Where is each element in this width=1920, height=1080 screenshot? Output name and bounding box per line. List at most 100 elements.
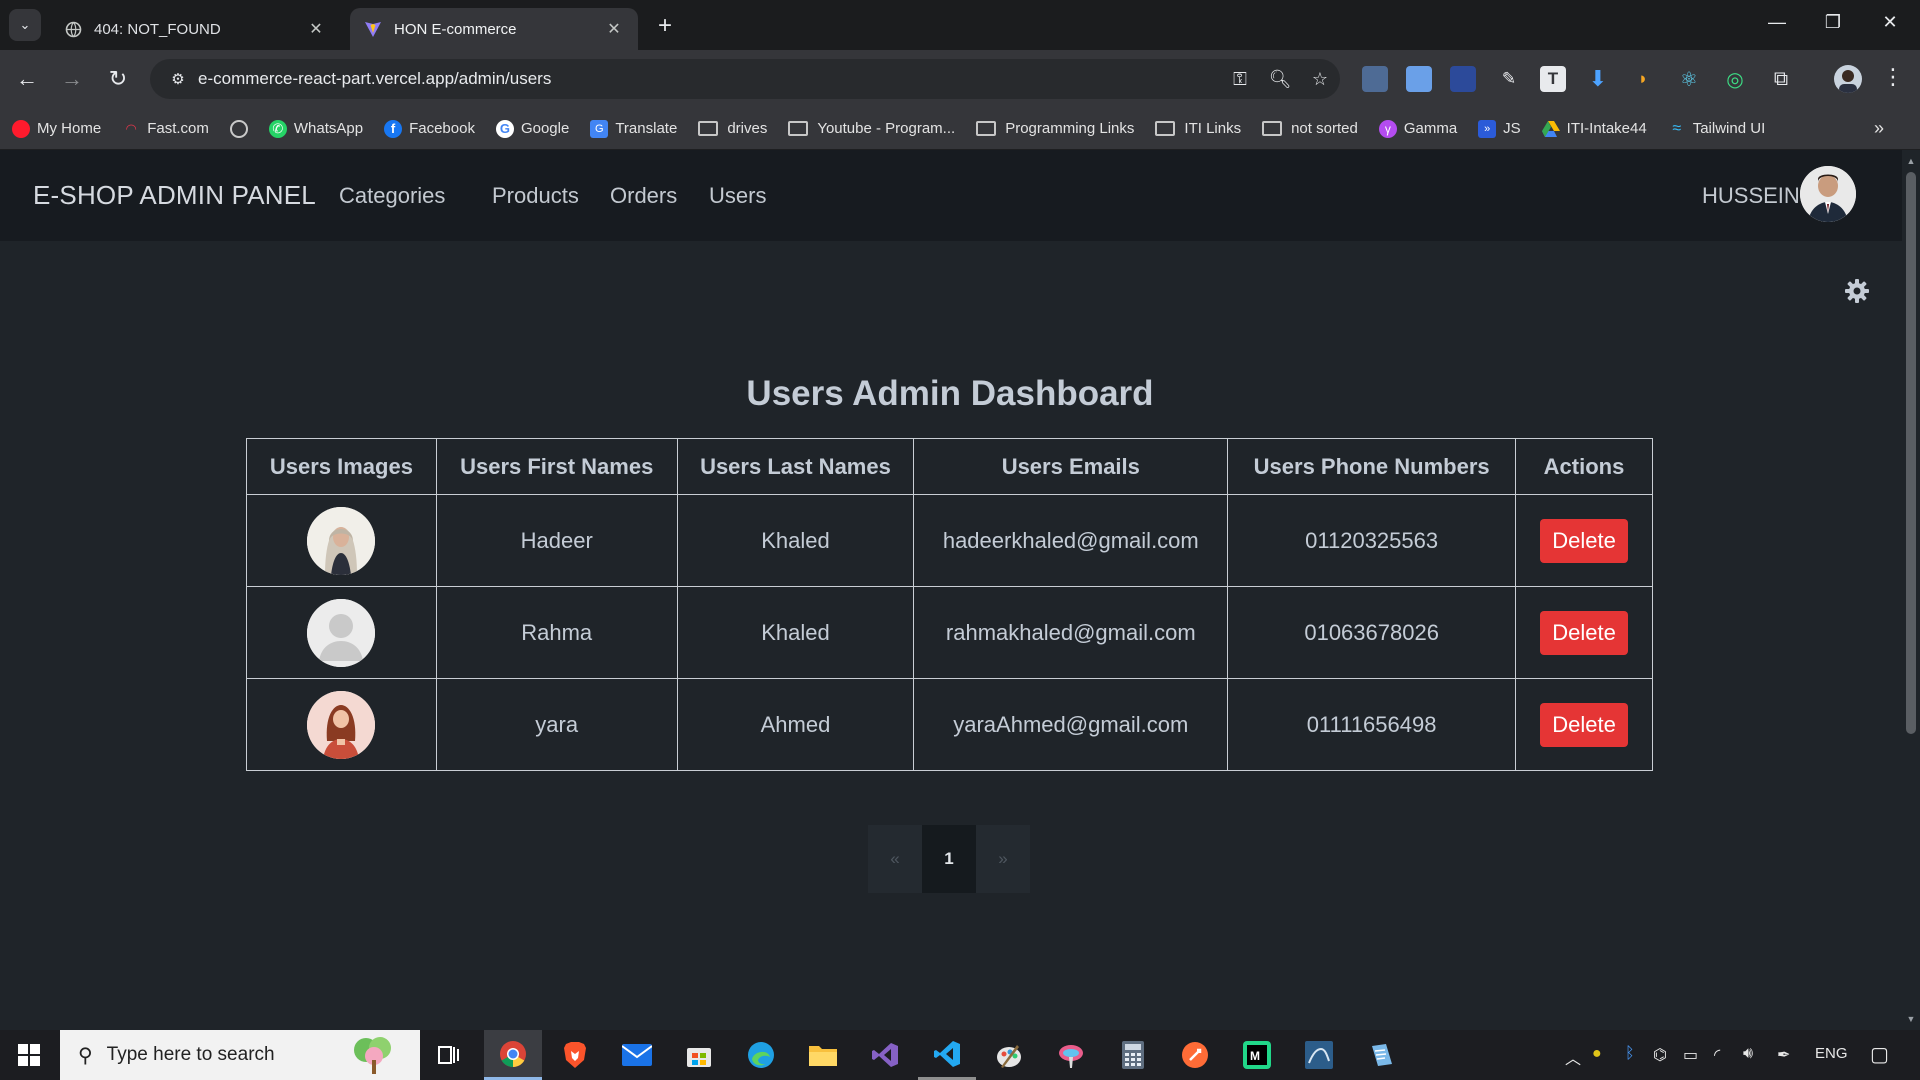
header-phone-numbers: Users Phone Numbers [1227,438,1517,495]
paint-taskbar-icon[interactable] [980,1030,1038,1080]
bookmark-whatsapp[interactable]: ✆ WhatsApp [268,119,363,138]
tray-app-icon[interactable]: ● [1592,1045,1602,1063]
settings-gear-icon[interactable] [1844,278,1870,304]
extension-1-icon[interactable] [1362,66,1388,92]
bookmark-folder-not-sorted[interactable]: not sorted [1262,120,1358,137]
bookmark-tailwind-ui[interactable]: ≈ Tailwind UI [1668,120,1765,138]
tab-404-not-found[interactable]: 404: NOT_FOUND ✕ [50,8,340,50]
react-devtools-icon[interactable]: ⚛ [1676,66,1702,92]
forward-button[interactable]: → [57,64,87,94]
delete-button[interactable]: Delete [1540,518,1628,563]
pagination-prev[interactable]: « [868,825,922,893]
bookmark-google[interactable]: G Google [495,119,569,138]
user-name[interactable]: HUSSEIN [1702,183,1800,209]
bookmark-translate[interactable]: G Translate [590,119,677,138]
tray-overflow-icon[interactable]: ︿ [1565,1045,1581,1069]
close-icon[interactable]: ✕ [306,19,326,39]
download-icon[interactable]: ⬇ [1585,66,1611,92]
key-icon[interactable]: ⚿ [1220,69,1260,90]
bookmark-folder-iti-links[interactable]: ITI Links [1155,120,1241,137]
nav-products[interactable]: Products [492,183,579,209]
table-header-row: Users Images Users First Names Users Las… [246,438,1653,495]
extension-t-icon[interactable]: T [1540,66,1566,92]
windows-taskbar: ⚲ Type here to search M ︿ ● ᛒ ⌬ ▭ ◜ 🔊︎ ✒… [0,1030,1920,1080]
nav-categories[interactable]: Categories [339,183,445,209]
mysql-workbench-taskbar-icon[interactable] [1290,1030,1348,1080]
extension-circle-icon[interactable]: ◎ [1722,66,1748,92]
profile-avatar[interactable] [1834,65,1862,93]
scrollbar-thumb[interactable] [1906,172,1916,734]
bookmark-iti-intake44[interactable]: ITI-Intake44 [1541,120,1647,138]
wifi-icon[interactable]: ◜ [1714,1045,1720,1065]
notifications-icon[interactable]: ▢ [1870,1042,1889,1067]
task-view-icon[interactable] [420,1030,478,1080]
site-settings-icon[interactable]: ⚙ [158,70,198,88]
file-explorer-taskbar-icon[interactable] [794,1030,852,1080]
calculator-taskbar-icon[interactable] [1104,1030,1162,1080]
eyedropper-icon[interactable]: ✎ [1496,66,1522,92]
delete-button[interactable]: Delete [1540,610,1628,655]
page-scrollbar[interactable]: ▲ ▼ [1902,150,1920,1030]
close-icon[interactable]: ✕ [604,19,624,39]
bookmark-folder-youtube[interactable]: Youtube - Program... [788,120,955,137]
tab-title: 404: NOT_FOUND [94,20,221,38]
battery-icon[interactable]: ▭ [1683,1045,1698,1065]
pagination-next[interactable]: » [976,825,1030,893]
scroll-down-icon[interactable]: ▼ [1902,1014,1920,1024]
brand-title[interactable]: E-SHOP ADMIN PANEL [33,180,316,211]
restore-icon[interactable]: ❐ [1818,12,1848,33]
bookmark-facebook[interactable]: f Facebook [384,119,475,138]
nav-orders[interactable]: Orders [610,183,677,209]
window-close-icon[interactable]: ✕ [1875,12,1905,33]
bookmark-folder-drives[interactable]: drives [698,120,767,137]
delete-button[interactable]: Delete [1540,702,1628,747]
last-name-cell: Khaled [676,586,915,679]
zoom-icon[interactable]: 🔍︎ [1260,69,1300,90]
postman-taskbar-icon[interactable] [1166,1030,1224,1080]
windows-start-button[interactable] [0,1030,58,1080]
language-indicator[interactable]: ENG [1815,1045,1848,1062]
new-tab-button[interactable]: + [652,12,678,40]
browser-menu-icon[interactable]: ⋮ [1880,64,1906,90]
bookmark-js[interactable]: » JS [1478,119,1521,138]
jetbrains-taskbar-icon[interactable]: M [1228,1030,1286,1080]
tray-meet-icon[interactable]: ⌬ [1653,1045,1667,1065]
extension-3-icon[interactable] [1450,66,1476,92]
extension-2-icon[interactable] [1406,66,1432,92]
user-avatar-hadeer [307,506,376,575]
bookmark-folder-programming[interactable]: Programming Links [976,120,1134,137]
edge-taskbar-icon[interactable] [732,1030,790,1080]
bluetooth-icon[interactable]: ᛒ [1625,1045,1635,1063]
tab-search-button[interactable]: ⌄ [9,9,41,41]
star-icon[interactable]: ☆ [1300,69,1340,90]
pagination-page-1[interactable]: 1 [922,825,976,893]
visual-studio-taskbar-icon[interactable] [856,1030,914,1080]
reload-button[interactable]: ↻ [103,64,133,94]
tab-hon-ecommerce[interactable]: HON E-commerce ✕ [350,8,638,50]
pen-icon[interactable]: ✒ [1777,1045,1790,1065]
scroll-up-icon[interactable]: ▲ [1902,156,1920,166]
bookmarks-overflow-icon[interactable]: » [1874,118,1884,139]
bookmark-gamma[interactable]: γ Gamma [1378,119,1457,138]
vscode-taskbar-icon[interactable] [918,1030,976,1080]
bookmark-fast-com[interactable]: ◠ Fast.com [122,120,209,138]
extension-dark-icon[interactable]: ◗ [1630,66,1656,92]
address-bar[interactable]: ⚙ e-commerce-react-part.vercel.app/admin… [150,59,1340,99]
mail-taskbar-icon[interactable] [608,1030,666,1080]
brave-taskbar-icon[interactable] [546,1030,604,1080]
bookmark-my-home[interactable]: My Home [12,119,101,138]
back-button[interactable]: ← [12,64,42,94]
url-text[interactable]: e-commerce-react-part.vercel.app/admin/u… [198,69,1220,89]
minimize-icon[interactable]: — [1762,12,1792,33]
user-avatar[interactable] [1800,166,1856,222]
store-taskbar-icon[interactable] [670,1030,728,1080]
nav-users[interactable]: Users [709,183,766,209]
chatgpt-icon [229,119,248,138]
bookmark-chatgpt[interactable] [229,119,255,138]
extensions-puzzle-icon[interactable]: ⧉ [1768,66,1794,92]
paint-3d-taskbar-icon[interactable] [1042,1030,1100,1080]
taskbar-search[interactable]: ⚲ Type here to search [60,1030,420,1080]
chrome-taskbar-icon[interactable] [484,1030,542,1080]
notepad-taskbar-icon[interactable] [1352,1030,1410,1080]
volume-icon[interactable]: 🔊︎ [1743,1045,1753,1063]
